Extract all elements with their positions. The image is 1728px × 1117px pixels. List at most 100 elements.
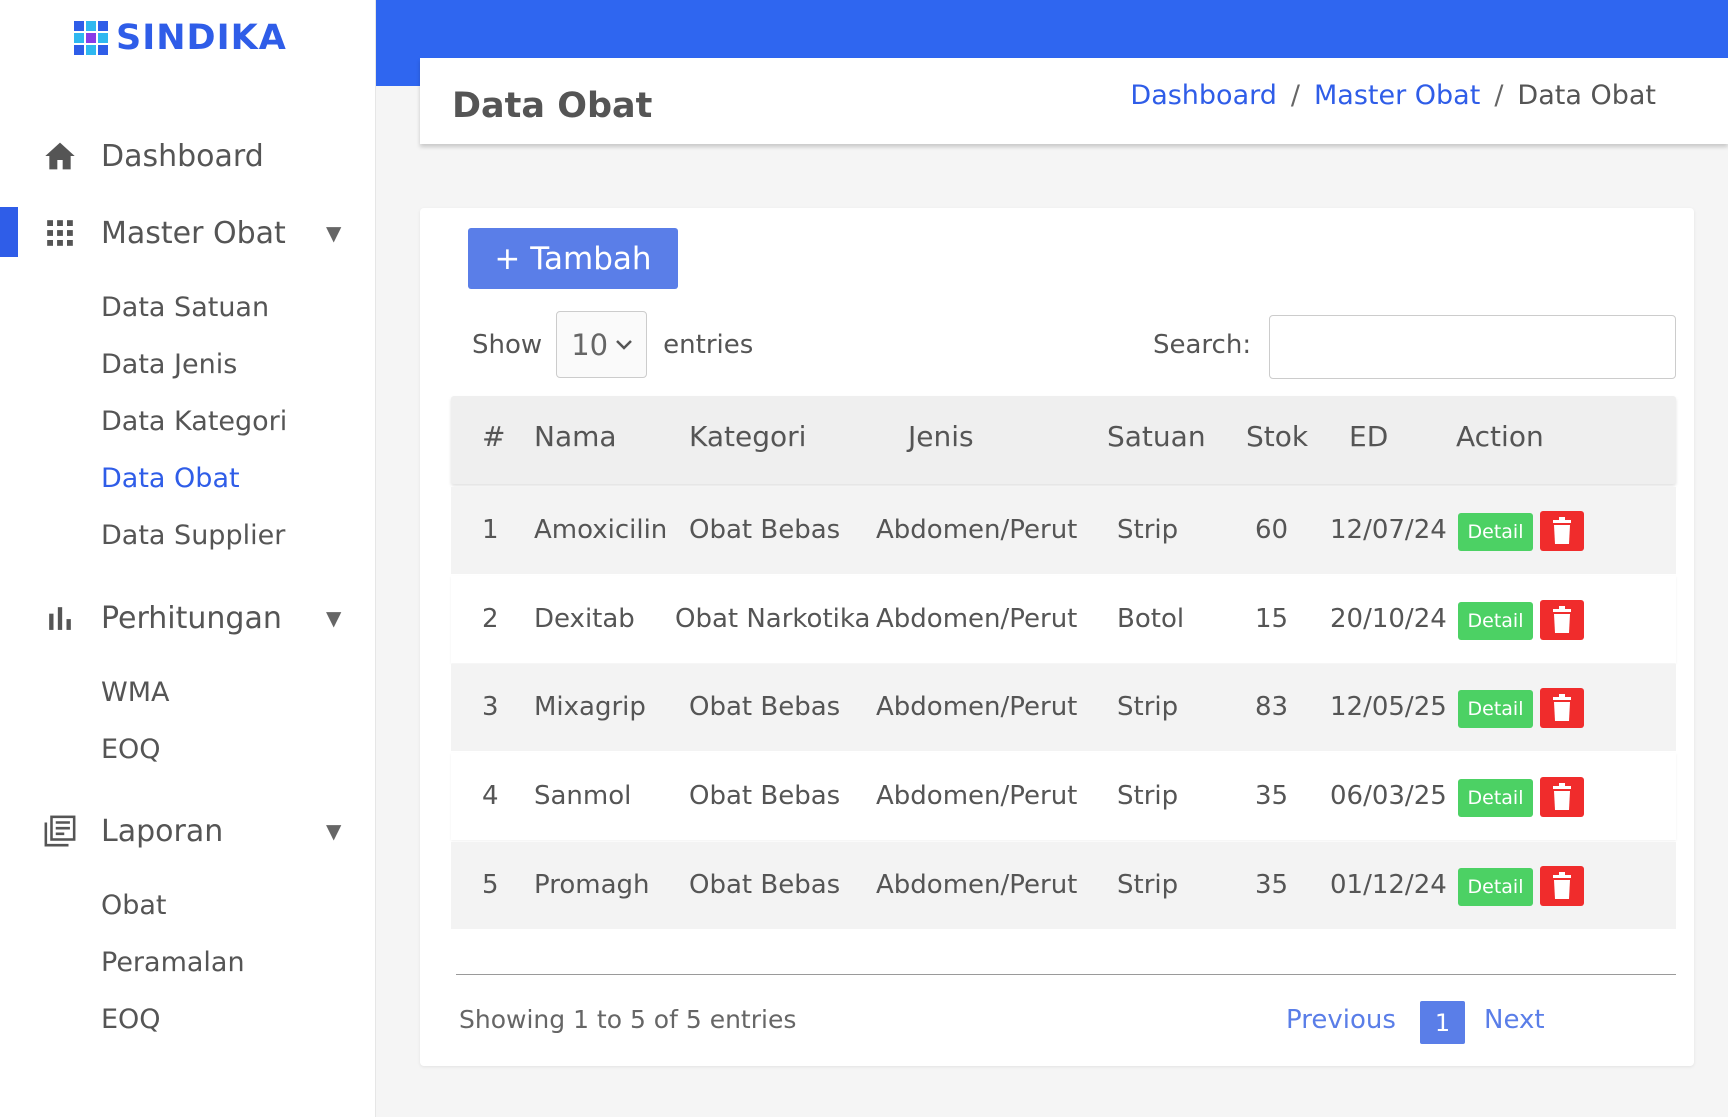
cell-nama: Dexitab [534,604,635,634]
sidebar-item-label: Perhitungan [101,600,282,636]
delete-button[interactable] [1540,688,1584,728]
page-button-1[interactable]: 1 [1420,1001,1465,1044]
sidebar-item-data-jenis[interactable]: Data Jenis [101,349,237,380]
cell-kategori: Obat Bebas [689,781,841,811]
sidebar-item-eoq[interactable]: EOQ [101,734,161,765]
delete-button[interactable] [1540,600,1584,640]
column-header-ed[interactable]: ED [1349,420,1388,453]
cell-kategori: Obat Narkotika [675,604,871,634]
table-row: 5 Promagh Obat Bebas Abdomen/Perut Strip… [451,842,1676,929]
delete-button[interactable] [1540,866,1584,906]
page-title: Data Obat [452,86,653,126]
cell-stok: 35 [1255,870,1289,900]
sidebar-item-data-obat[interactable]: Data Obat [101,463,240,494]
delete-button[interactable] [1540,511,1584,551]
cell-satuan: Botol [1117,604,1185,634]
breadcrumb-separator: / [1494,80,1504,111]
table-divider [456,974,1676,975]
delete-button[interactable] [1540,777,1584,817]
next-button[interactable]: Next [1484,1005,1545,1035]
sidebar-item-laporan[interactable]: Laporan ▼ [0,805,376,857]
previous-button[interactable]: Previous [1286,1005,1396,1035]
table-info: Showing 1 to 5 of 5 entries [459,1005,797,1034]
brand-name: SINDIKA [116,18,287,58]
table-row: 1 Amoxicilin Obat Bebas Abdomen/Perut St… [451,487,1676,574]
sidebar-item-laporan-obat[interactable]: Obat [101,890,167,921]
cell-ed: 20/10/24 [1330,604,1447,634]
sidebar-item-dashboard[interactable]: Dashboard [0,130,376,182]
table-row: 2 Dexitab Obat Narkotika Abdomen/Perut B… [451,576,1676,663]
detail-button[interactable]: Detail [1458,868,1533,906]
entries-label: entries [663,329,754,360]
cell-kategori: Obat Bebas [689,870,841,900]
cell-satuan: Strip [1117,870,1179,900]
sidebar-item-data-satuan[interactable]: Data Satuan [101,292,269,323]
table-header: # Nama Kategori Jenis Satuan Stok ED Act… [451,396,1676,484]
sidebar-item-laporan-eoq[interactable]: EOQ [101,1004,161,1035]
sidebar-item-label: Dashboard [101,138,264,174]
cell-stok: 35 [1255,781,1289,811]
breadcrumb: Dashboard / Master Obat / Data Obat [1130,80,1656,111]
detail-button[interactable]: Detail [1458,690,1533,728]
grid-icon [43,216,77,250]
trash-icon [1553,606,1571,633]
cell-jenis: Abdomen/Perut [876,604,1078,634]
breadcrumb-separator: / [1290,80,1300,111]
data-card: + Tambah Show 10 entries Search: # Nama … [420,208,1694,1066]
cell-ed: 12/05/25 [1330,692,1447,722]
cell-stok: 15 [1255,604,1289,634]
cell-no: 3 [482,692,499,722]
search-label: Search: [1153,330,1252,360]
detail-button[interactable]: Detail [1458,602,1533,640]
cell-satuan: Strip [1117,781,1179,811]
column-header-satuan[interactable]: Satuan [1107,420,1206,453]
chevron-down-icon: ▼ [326,819,342,843]
show-label: Show [472,329,543,360]
breadcrumb-current: Data Obat [1517,80,1656,111]
column-header-kategori[interactable]: Kategori [689,420,806,453]
trash-icon [1553,517,1571,544]
cell-jenis: Abdomen/Perut [876,781,1078,811]
column-header-nama[interactable]: Nama [534,420,617,453]
logo-icon [74,21,108,55]
breadcrumb-master-obat[interactable]: Master Obat [1314,80,1480,111]
chevron-down-icon: ▼ [326,221,342,245]
logo[interactable]: SINDIKA [74,18,287,58]
cell-ed: 06/03/25 [1330,781,1447,811]
add-button[interactable]: + Tambah [468,228,678,289]
breadcrumb-dashboard[interactable]: Dashboard [1130,80,1276,111]
entries-select[interactable]: 10 [556,311,648,378]
sidebar-item-peramalan[interactable]: Peramalan [101,947,245,978]
cell-no: 5 [482,870,499,900]
home-icon [43,139,77,173]
bar-chart-icon [43,601,77,635]
trash-icon [1553,783,1571,810]
column-header-jenis[interactable]: Jenis [908,420,974,453]
cell-no: 4 [482,781,499,811]
trash-icon [1553,694,1571,721]
chevron-down-icon: ▼ [326,606,342,630]
column-header-stok[interactable]: Stok [1246,420,1308,453]
sidebar-item-data-kategori[interactable]: Data Kategori [101,406,287,437]
cell-satuan: Strip [1117,515,1179,545]
sidebar-item-data-supplier[interactable]: Data Supplier [101,520,285,551]
sidebar: SINDIKA Dashboard Master Obat ▼ Data Sat… [0,0,376,1117]
cell-kategori: Obat Bebas [689,692,841,722]
sidebar-item-label: Master Obat [101,215,286,251]
detail-button[interactable]: Detail [1458,779,1533,817]
cell-jenis: Abdomen/Perut [876,515,1078,545]
table-row: 4 Sanmol Obat Bebas Abdomen/Perut Strip … [451,753,1676,840]
chevron-down-icon [616,339,632,350]
column-header-no[interactable]: # [482,420,505,453]
table-row: 3 Mixagrip Obat Bebas Abdomen/Perut Stri… [451,664,1676,751]
cell-stok: 83 [1255,692,1289,722]
detail-button[interactable]: Detail [1458,513,1533,551]
cell-jenis: Abdomen/Perut [876,870,1078,900]
cell-nama: Promagh [534,870,650,900]
pagination: Previous 1 Next [1286,1001,1656,1045]
sidebar-item-perhitungan[interactable]: Perhitungan ▼ [0,592,376,644]
sidebar-item-wma[interactable]: WMA [101,677,169,708]
cell-nama: Sanmol [534,781,632,811]
sidebar-item-master-obat[interactable]: Master Obat ▼ [0,207,376,259]
search-input[interactable] [1269,315,1676,379]
